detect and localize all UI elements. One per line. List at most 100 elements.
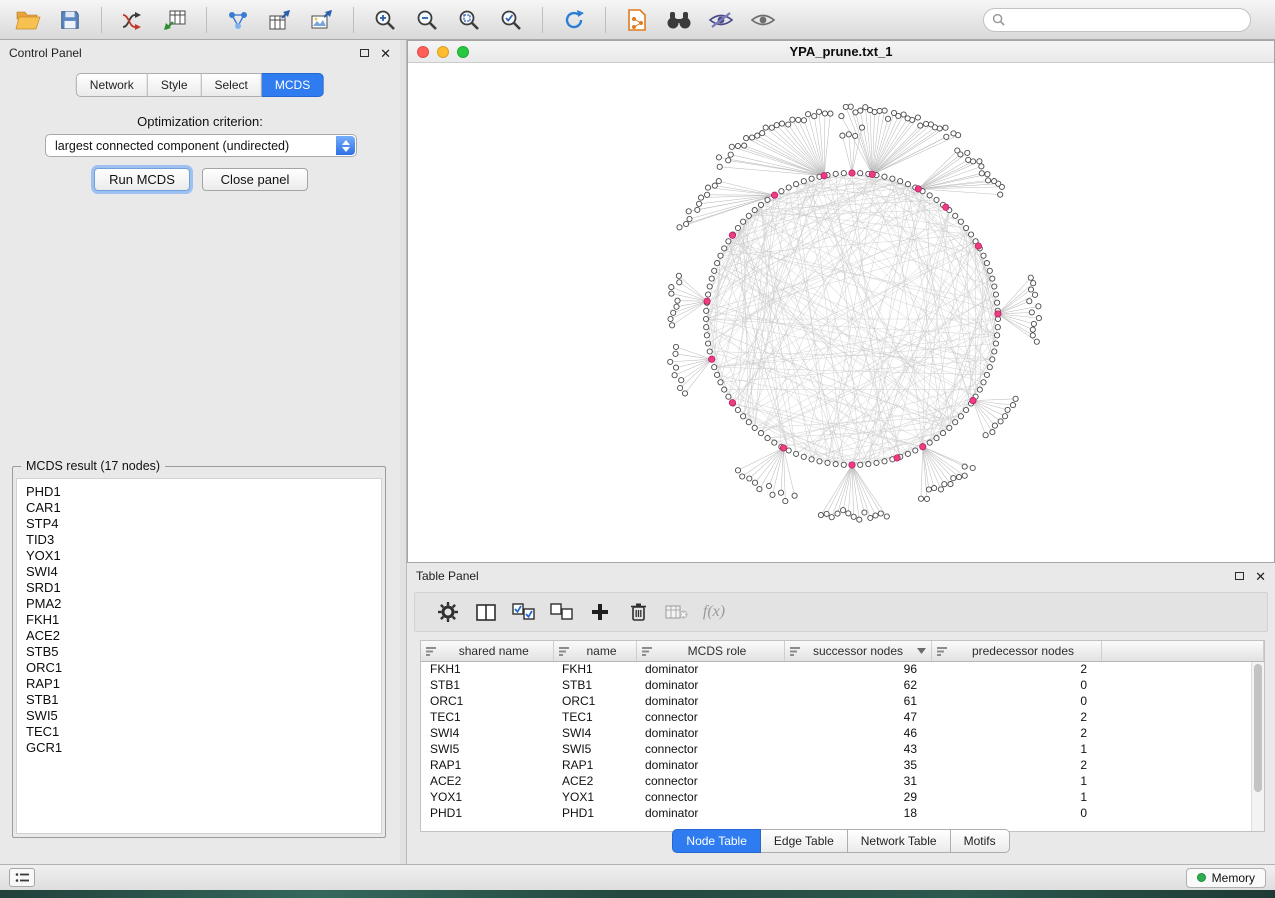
memory-button[interactable]: Memory bbox=[1186, 868, 1266, 888]
style-preview-button[interactable] bbox=[703, 5, 739, 35]
tab-network[interactable]: Network bbox=[76, 73, 148, 97]
table-row[interactable]: SWI5SWI5connector431 bbox=[421, 741, 1264, 757]
import-network-button[interactable] bbox=[115, 5, 151, 35]
column-header-name[interactable]: name bbox=[553, 641, 636, 661]
node-table: shared namenameMCDS rolesuccessor nodesp… bbox=[421, 641, 1264, 821]
open-session-button[interactable] bbox=[10, 5, 46, 35]
table-row[interactable]: STB1STB1dominator620 bbox=[421, 677, 1264, 693]
table-row[interactable]: ORC1ORC1dominator610 bbox=[421, 693, 1264, 709]
select-all-columns-button[interactable] bbox=[505, 597, 543, 627]
cell-name: SWI5 bbox=[553, 741, 636, 757]
float-panel-button[interactable] bbox=[360, 49, 369, 57]
mcds-result-item[interactable]: FKH1 bbox=[26, 612, 372, 628]
column-header-successor-nodes[interactable]: successor nodes bbox=[784, 641, 931, 661]
export-image-button[interactable] bbox=[304, 5, 340, 35]
clone-network-button[interactable] bbox=[619, 5, 655, 35]
mcds-result-item[interactable]: YOX1 bbox=[26, 548, 372, 564]
table-header-row: shared namenameMCDS rolesuccessor nodesp… bbox=[421, 641, 1264, 661]
cell-mcds-role: dominator bbox=[636, 693, 784, 709]
zoom-window-button[interactable] bbox=[457, 46, 469, 58]
optimization-criterion-select[interactable]: largest connected component (undirected) bbox=[45, 134, 357, 157]
table-row[interactable]: TEC1TEC1connector472 bbox=[421, 709, 1264, 725]
mcds-result-item[interactable]: RAP1 bbox=[26, 676, 372, 692]
close-panel-button[interactable]: Close panel bbox=[202, 168, 308, 191]
cell-successor-nodes: 46 bbox=[784, 725, 931, 741]
mcds-result-title: MCDS result (17 nodes) bbox=[21, 459, 165, 473]
show-column-panel-button[interactable] bbox=[467, 597, 505, 627]
float-table-panel-button[interactable] bbox=[1235, 572, 1244, 580]
zoom-out-button[interactable] bbox=[409, 5, 445, 35]
tab-mcds[interactable]: MCDS bbox=[262, 73, 324, 97]
export-table-button[interactable] bbox=[262, 5, 298, 35]
run-mcds-button[interactable]: Run MCDS bbox=[94, 168, 190, 191]
scrollbar-thumb[interactable] bbox=[1254, 664, 1262, 792]
mcds-result-item[interactable]: STB1 bbox=[26, 692, 372, 708]
mcds-result-item[interactable]: SWI4 bbox=[26, 564, 372, 580]
cell-shared-name: ACE2 bbox=[421, 773, 553, 789]
delete-column-button[interactable] bbox=[619, 597, 657, 627]
tab-select[interactable]: Select bbox=[202, 73, 262, 97]
close-window-button[interactable] bbox=[417, 46, 429, 58]
import-table-button[interactable] bbox=[157, 5, 193, 35]
mcds-result-item[interactable]: TEC1 bbox=[26, 724, 372, 740]
zoom-selected-button[interactable] bbox=[493, 5, 529, 35]
find-button[interactable] bbox=[661, 5, 697, 35]
show-details-button[interactable] bbox=[745, 5, 781, 35]
table-scrollbar[interactable] bbox=[1251, 662, 1264, 831]
mcds-result-item[interactable]: ORC1 bbox=[26, 660, 372, 676]
delete-table-button[interactable] bbox=[657, 597, 695, 627]
new-network-button[interactable] bbox=[220, 5, 256, 35]
zoom-in-button[interactable] bbox=[367, 5, 403, 35]
cell-name: RAP1 bbox=[553, 757, 636, 773]
mcds-result-item[interactable]: PHD1 bbox=[26, 484, 372, 500]
panel-menu-button[interactable] bbox=[9, 868, 35, 887]
close-table-panel-icon[interactable]: ✕ bbox=[1255, 570, 1266, 583]
mcds-result-item[interactable]: SWI5 bbox=[26, 708, 372, 724]
table-row[interactable]: ACE2ACE2connector311 bbox=[421, 773, 1264, 789]
close-panel-icon[interactable]: ✕ bbox=[380, 47, 391, 60]
mcds-result-item[interactable]: STB5 bbox=[26, 644, 372, 660]
table-settings-button[interactable] bbox=[429, 597, 467, 627]
column-sort-icon bbox=[559, 646, 569, 656]
refresh-layout-button[interactable] bbox=[556, 5, 592, 35]
network-canvas[interactable] bbox=[408, 63, 1274, 562]
cell-name: PHD1 bbox=[553, 805, 636, 821]
tab-node-table[interactable]: Node Table bbox=[672, 829, 761, 853]
save-session-button[interactable] bbox=[52, 5, 88, 35]
mcds-result-item[interactable]: STP4 bbox=[26, 516, 372, 532]
mcds-result-item[interactable]: TID3 bbox=[26, 532, 372, 548]
function-builder-button[interactable]: f(x) bbox=[695, 597, 733, 627]
mcds-result-item[interactable]: CAR1 bbox=[26, 500, 372, 516]
cell-mcds-role: connector bbox=[636, 741, 784, 757]
tab-network-table[interactable]: Network Table bbox=[848, 829, 951, 853]
tab-motifs[interactable]: Motifs bbox=[951, 829, 1010, 853]
minimize-window-button[interactable] bbox=[437, 46, 449, 58]
mcds-result-item[interactable]: GCR1 bbox=[26, 740, 372, 756]
table-row[interactable]: YOX1YOX1connector291 bbox=[421, 789, 1264, 805]
control-panel-header: Control Panel ✕ bbox=[0, 40, 400, 66]
mcds-result-item[interactable]: ACE2 bbox=[26, 628, 372, 644]
table-row[interactable]: SWI4SWI4dominator462 bbox=[421, 725, 1264, 741]
tab-style[interactable]: Style bbox=[148, 73, 202, 97]
table-row[interactable]: FKH1FKH1dominator962 bbox=[421, 661, 1264, 677]
cell-predecessor-nodes: 0 bbox=[931, 677, 1101, 693]
tab-edge-table[interactable]: Edge Table bbox=[761, 829, 848, 853]
panel-splitter[interactable] bbox=[400, 40, 407, 864]
export-image-icon bbox=[310, 9, 334, 31]
table-row[interactable]: PHD1PHD1dominator180 bbox=[421, 805, 1264, 821]
mcds-result-item[interactable]: SRD1 bbox=[26, 580, 372, 596]
deselect-all-columns-button[interactable] bbox=[543, 597, 581, 627]
cell-successor-nodes: 61 bbox=[784, 693, 931, 709]
cell-shared-name: FKH1 bbox=[421, 661, 553, 677]
search-input[interactable] bbox=[1011, 13, 1242, 27]
table-panel-header: Table Panel ✕ bbox=[407, 563, 1275, 589]
create-column-button[interactable] bbox=[581, 597, 619, 627]
column-header-predecessor-nodes[interactable]: predecessor nodes bbox=[931, 641, 1101, 661]
column-header-shared-name[interactable]: shared name bbox=[421, 641, 553, 661]
cell-shared-name: RAP1 bbox=[421, 757, 553, 773]
search-box bbox=[983, 8, 1251, 32]
mcds-result-item[interactable]: PMA2 bbox=[26, 596, 372, 612]
table-row[interactable]: RAP1RAP1dominator352 bbox=[421, 757, 1264, 773]
zoom-fit-button[interactable] bbox=[451, 5, 487, 35]
column-header-MCDS-role[interactable]: MCDS role bbox=[636, 641, 784, 661]
